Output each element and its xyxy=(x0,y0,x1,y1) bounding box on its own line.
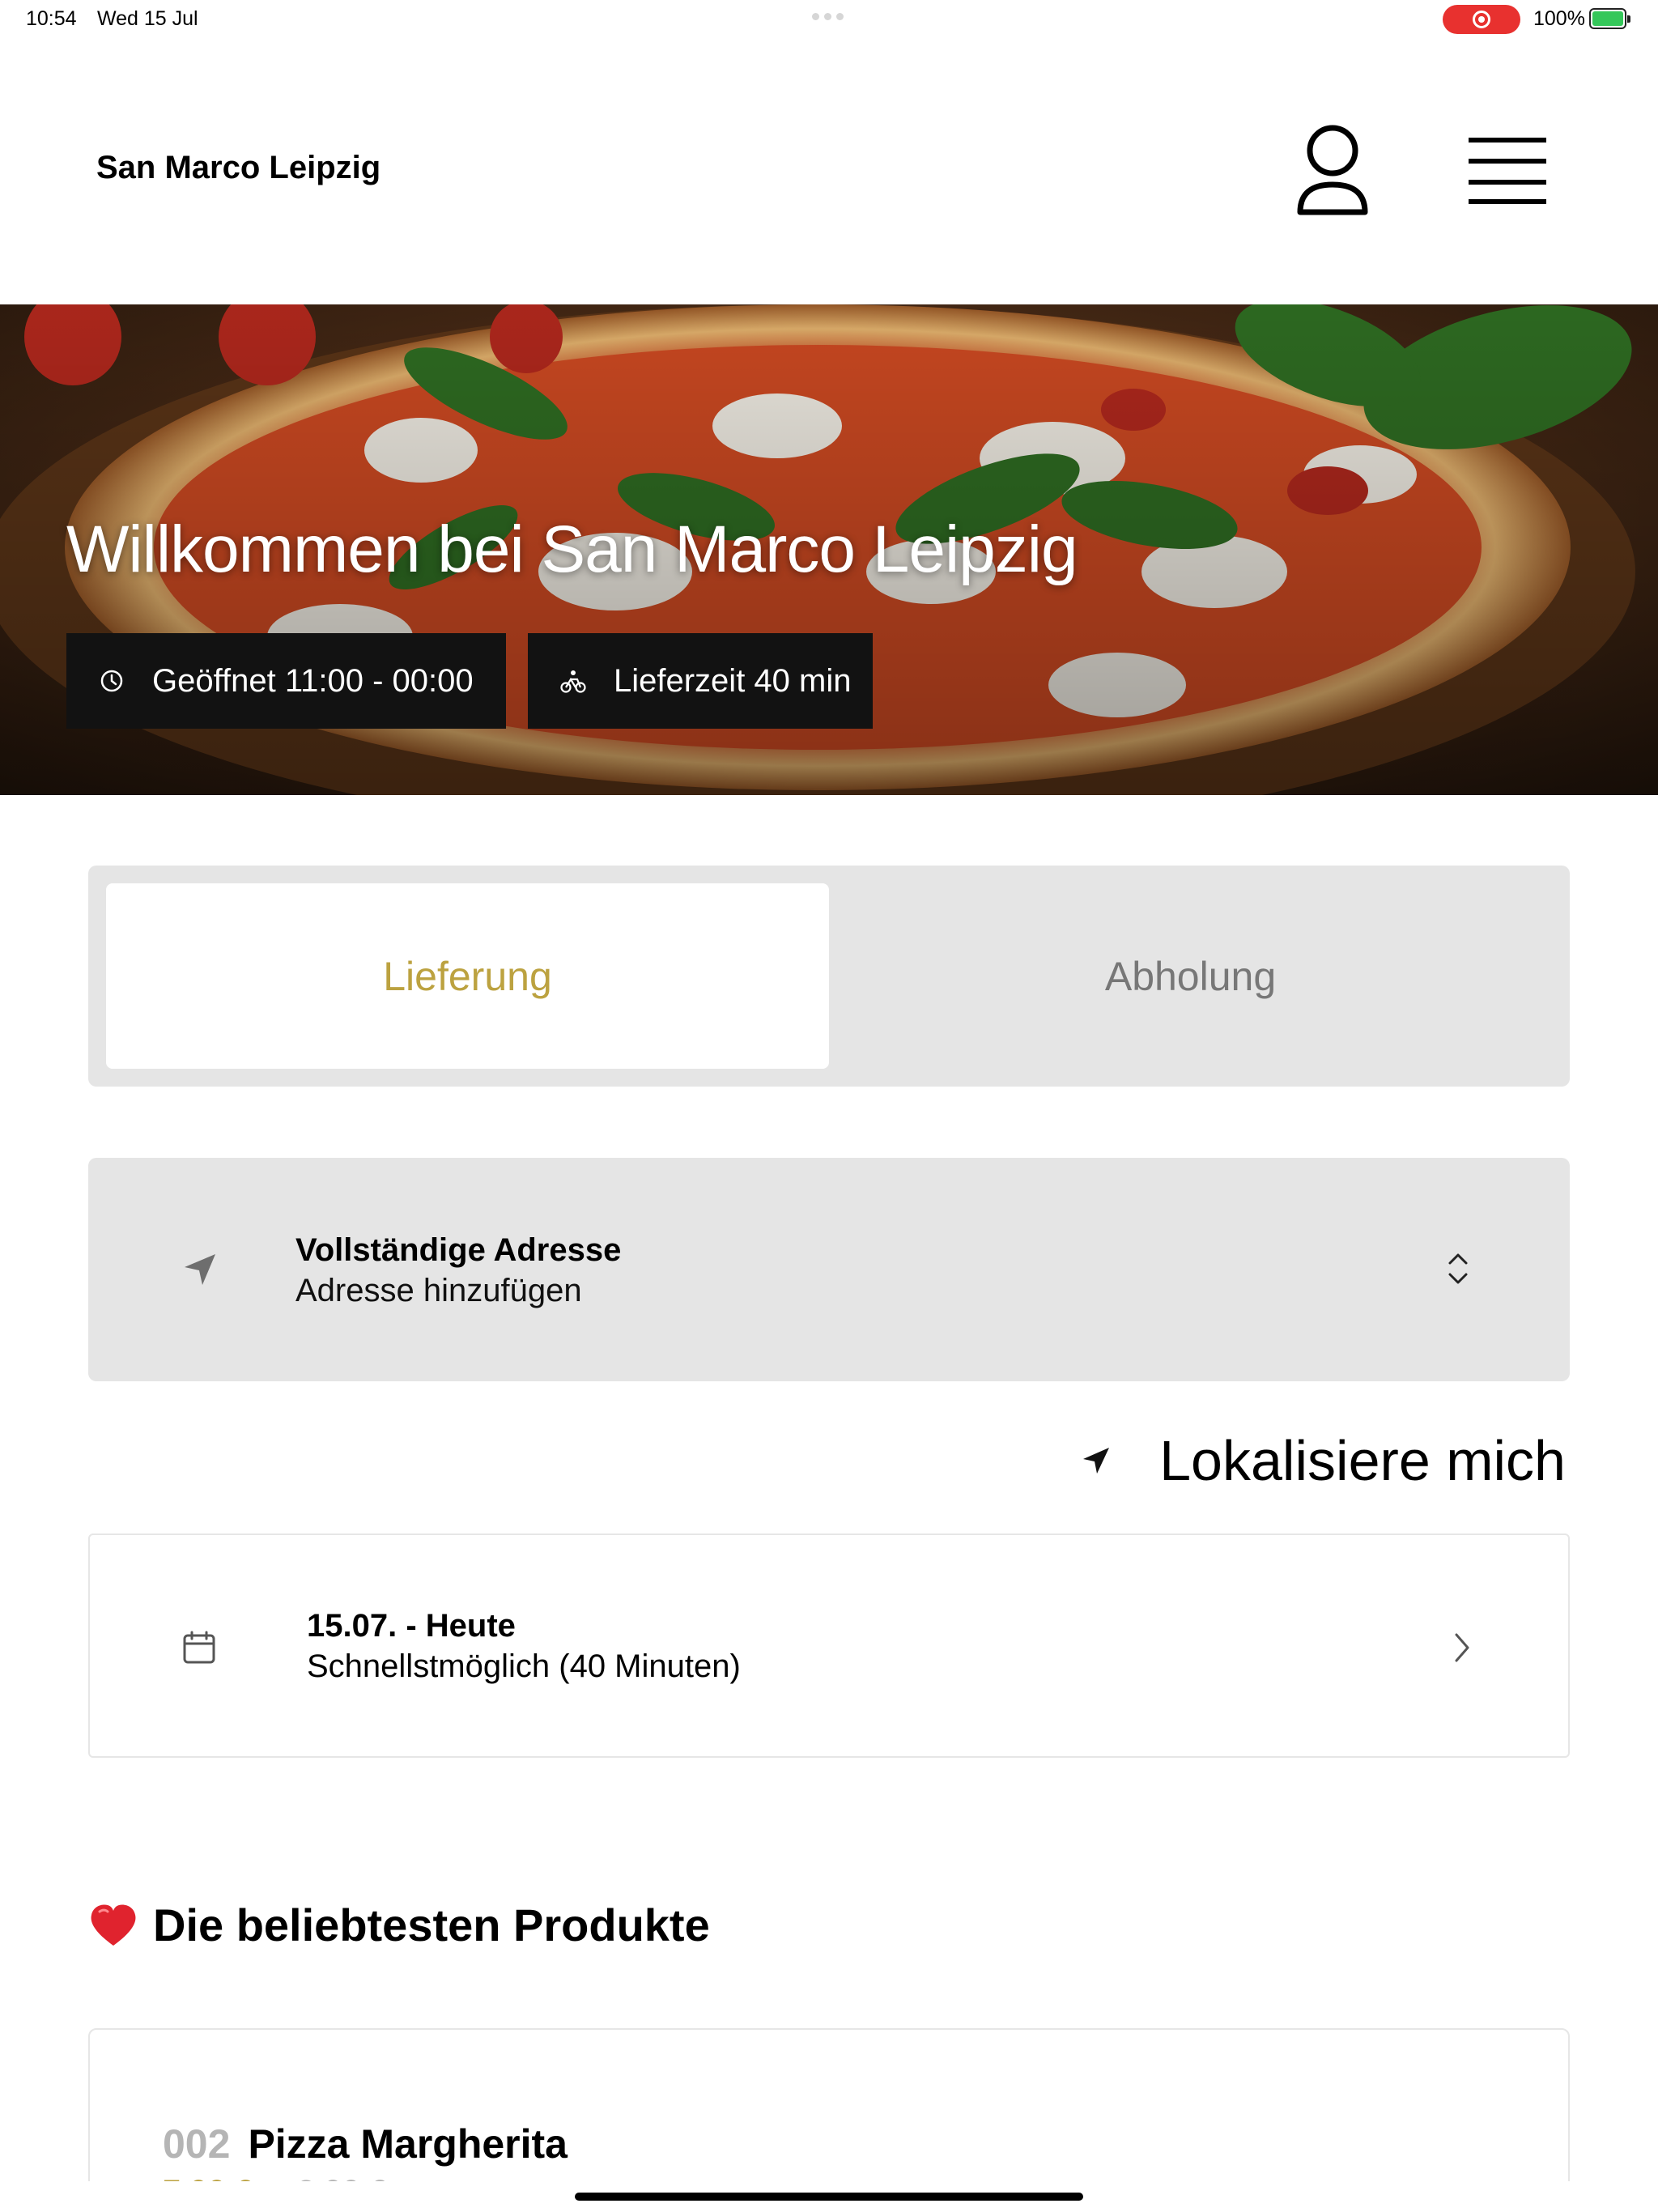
status-bar: 10:54 Wed 15 Jul 100% xyxy=(0,0,1658,39)
hamburger-menu-button[interactable] xyxy=(1465,134,1550,207)
battery-percentage: 100% xyxy=(1533,7,1585,30)
app-page: 10:54 Wed 15 Jul 100% San Marco Leipzig xyxy=(0,0,1658,2212)
hero-title: Willkommen bei San Marco Leipzig xyxy=(66,513,1078,586)
chevron-right-icon xyxy=(1455,1633,1469,1662)
delivery-time-selector[interactable]: 15.07. - Heute Schnellstmöglich (40 Minu… xyxy=(88,1534,1570,1758)
locate-me-button[interactable]: Lokalisiere mich xyxy=(1080,1428,1566,1493)
battery-icon xyxy=(1589,8,1630,29)
opening-hours-text: Geöffnet 11:00 - 00:00 xyxy=(152,662,474,699)
delivery-time-option: Schnellstmöglich (40 Minuten) xyxy=(307,1648,741,1684)
product-number: 002 xyxy=(163,2121,231,2167)
multitasking-dots-icon[interactable] xyxy=(812,13,844,20)
brand-title[interactable]: San Marco Leipzig xyxy=(96,150,380,186)
address-selector[interactable]: Vollständige Adresse Adresse hinzufügen xyxy=(88,1158,1570,1381)
location-arrow-icon xyxy=(1083,1448,1110,1474)
tab-delivery[interactable]: Lieferung xyxy=(106,883,829,1069)
location-arrow-icon xyxy=(185,1254,215,1285)
delivery-time-text: Lieferzeit 40 min xyxy=(614,662,852,699)
delivery-time-badge: Lieferzeit 40 min xyxy=(528,633,873,729)
product-header: 002 Pizza Margherita xyxy=(163,2121,568,2167)
app-header: San Marco Leipzig xyxy=(0,39,1658,304)
order-mode-toggle: Lieferung Abholung xyxy=(88,866,1570,1087)
status-date: Wed 15 Jul xyxy=(97,7,198,30)
hero-banner: Willkommen bei San Marco Leipzig Geöffne… xyxy=(0,304,1658,795)
popular-products-heading: Die beliebtesten Produkte xyxy=(88,1899,710,1951)
screen-recording-icon[interactable] xyxy=(1443,5,1520,34)
delivery-date: 15.07. - Heute xyxy=(307,1608,516,1644)
heart-icon xyxy=(91,1904,136,1946)
popular-products-title: Die beliebtesten Produkte xyxy=(153,1899,710,1950)
delivery-bike-icon xyxy=(559,666,588,696)
tab-pickup[interactable]: Abholung xyxy=(829,883,1552,1069)
user-icon xyxy=(1297,125,1368,215)
user-account-button[interactable] xyxy=(1292,123,1373,220)
address-placeholder: Adresse hinzufügen xyxy=(295,1273,582,1308)
menu-icon xyxy=(1469,138,1546,204)
home-indicator[interactable] xyxy=(575,2193,1083,2201)
opening-hours-badge: Geöffnet 11:00 - 00:00 xyxy=(66,633,506,729)
product-name: Pizza Margherita xyxy=(248,2121,568,2167)
status-time: 10:54 xyxy=(26,7,77,30)
address-title: Vollständige Adresse xyxy=(295,1232,622,1268)
locate-me-label: Lokalisiere mich xyxy=(1159,1429,1566,1492)
clock-icon xyxy=(97,666,126,696)
chevron-up-down-icon xyxy=(1448,1253,1468,1284)
calendar-icon xyxy=(183,1631,215,1664)
